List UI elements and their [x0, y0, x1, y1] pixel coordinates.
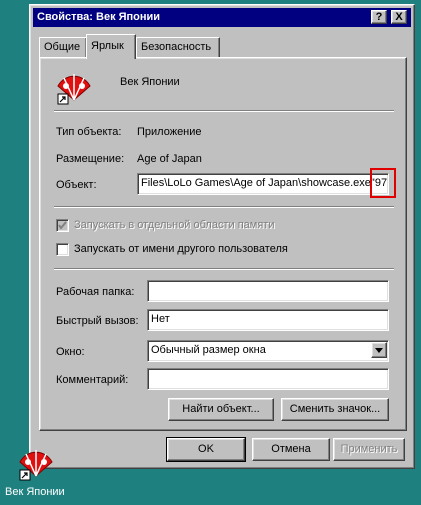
hotkey-input[interactable]: Нет — [147, 309, 389, 331]
title-bar[interactable]: Свойства: Век Японии ? X — [33, 8, 411, 27]
chevron-down-icon — [375, 348, 383, 353]
window-label: Окно: — [56, 346, 85, 358]
properties-dialog: Свойства: Век Японии ? X Общие Ярлык Без… — [29, 4, 415, 469]
target-field[interactable]: Files\LoLo Games\Age of Japan\showcase.e… — [137, 173, 389, 195]
hotkey-label: Быстрый вызов: — [56, 315, 139, 327]
help-button[interactable]: ? — [371, 10, 387, 24]
tab-shortcut[interactable]: Ярлык — [86, 34, 136, 59]
run-as-other-checkbox[interactable] — [56, 243, 69, 256]
checkmark-icon — [58, 221, 67, 230]
separate-memory-checkbox[interactable] — [56, 219, 69, 232]
shortcut-name: Век Японии — [120, 76, 180, 88]
tab-panel-shortcut: Век Японии Тип объекта: Приложение Разме… — [39, 57, 407, 431]
apply-button[interactable]: Применить — [333, 438, 405, 461]
working-dir-label: Рабочая папка: — [56, 286, 135, 298]
working-dir-input[interactable] — [147, 280, 389, 302]
tab-security[interactable]: Безопасность — [136, 37, 220, 57]
separate-memory-label: Запускать в отдельной области памяти — [74, 219, 275, 231]
find-target-button[interactable]: Найти объект... — [168, 398, 274, 421]
close-button[interactable]: X — [391, 10, 407, 24]
tab-general[interactable]: Общие — [39, 37, 87, 57]
location-label: Размещение: — [56, 153, 125, 165]
highlight-box — [370, 168, 396, 198]
type-label: Тип объекта: — [56, 126, 122, 138]
target-value: Files\LoLo Games\Age of Japan\showcase.e… — [141, 177, 375, 189]
target-label: Объект: — [56, 179, 97, 191]
cancel-button[interactable]: Отмена — [252, 438, 330, 461]
separator — [54, 110, 394, 112]
tab-shortcut-label: Ярлык — [91, 40, 124, 52]
comment-input[interactable] — [147, 368, 389, 390]
run-as-other-label: Запускать от имени другого пользователя — [74, 243, 288, 255]
separator — [54, 206, 394, 208]
separator — [54, 268, 394, 270]
location-value: Age of Japan — [137, 153, 202, 165]
fan-icon — [57, 74, 91, 105]
change-icon-button[interactable]: Сменить значок... — [281, 398, 389, 421]
desktop-icon-label: Век Японии — [5, 486, 65, 498]
tab-general-label: Общие — [44, 41, 81, 53]
comment-label: Комментарий: — [56, 374, 129, 386]
ok-button[interactable]: OK — [166, 437, 246, 462]
window-select-value: Обычный размер окна — [151, 344, 266, 356]
window-title: Свойства: Век Японии — [37, 11, 161, 23]
dropdown-button[interactable] — [371, 342, 387, 358]
window-select[interactable]: Обычный размер окна — [147, 340, 389, 362]
fan-icon — [19, 450, 53, 481]
type-value: Приложение — [137, 126, 202, 138]
desktop-shortcut[interactable]: Век Японии — [2, 450, 72, 500]
tab-security-label: Безопасность — [141, 41, 212, 53]
